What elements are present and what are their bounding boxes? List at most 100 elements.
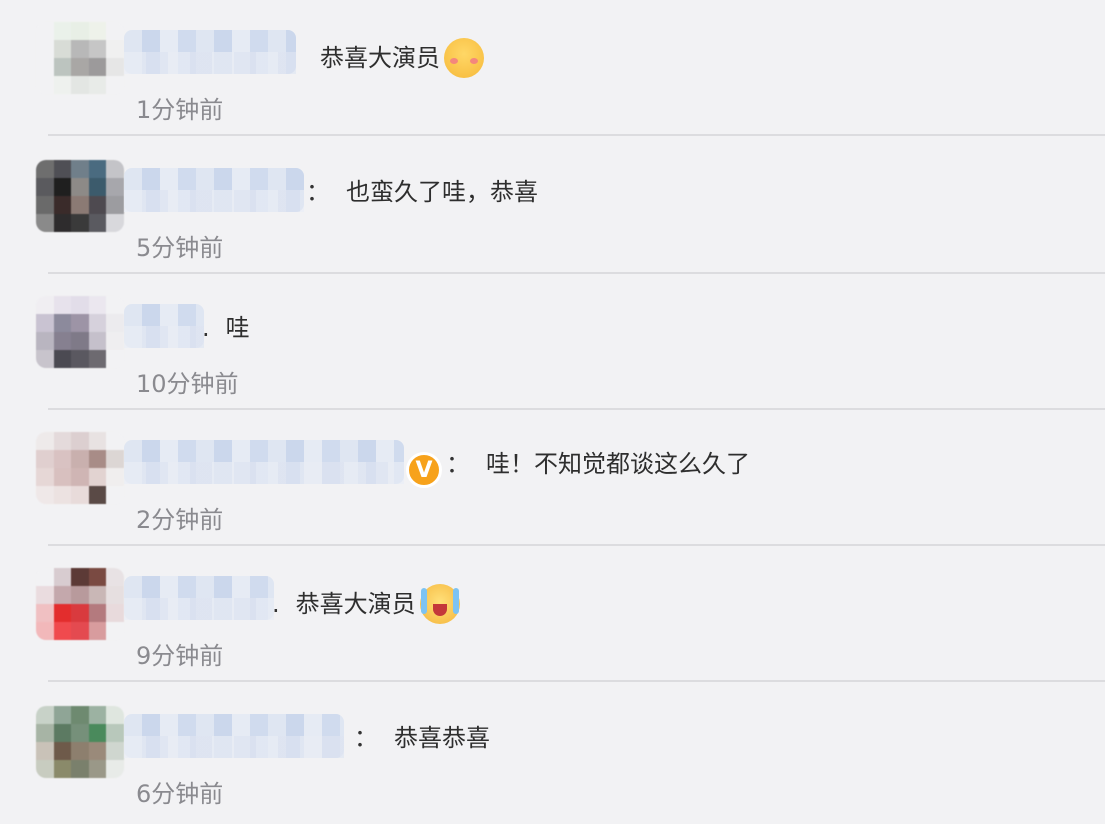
avatar-pixel bbox=[106, 450, 124, 468]
username-blurred[interactable] bbox=[124, 714, 344, 758]
avatar-pixel bbox=[88, 350, 107, 368]
avatar-pixel bbox=[71, 724, 89, 742]
username-blurred[interactable] bbox=[124, 168, 304, 212]
avatar-pixel bbox=[53, 760, 72, 778]
comment-item: ： 恭喜恭喜 6分钟前 bbox=[0, 684, 1105, 820]
avatar-pixel bbox=[106, 40, 124, 58]
avatar-pixel bbox=[36, 622, 54, 640]
avatar-pixel bbox=[88, 486, 107, 504]
avatar-pixel bbox=[71, 214, 89, 232]
avatar-pixel bbox=[71, 706, 89, 724]
avatar-pixel bbox=[53, 58, 72, 76]
comment-item: ： 哇！不知觉都谈这么久了 2分钟前 bbox=[0, 410, 1105, 546]
comment-text-row: ： 也蛮久了哇，恭喜 bbox=[306, 176, 538, 208]
avatar-pixel bbox=[88, 450, 107, 468]
avatar-pixel bbox=[71, 178, 89, 196]
avatar-pixel bbox=[71, 332, 89, 350]
avatar-pixel bbox=[36, 742, 54, 760]
avatar-pixel bbox=[106, 742, 124, 760]
avatar-pixel bbox=[88, 314, 107, 332]
crying-laughing-emoji-icon bbox=[419, 584, 460, 624]
comment-item: . 哇 10分钟前 bbox=[0, 274, 1105, 410]
avatar-pixel bbox=[53, 178, 72, 196]
avatar-pixel bbox=[88, 40, 107, 58]
avatar[interactable] bbox=[36, 432, 124, 504]
comment-text: 恭喜大演员 bbox=[295, 590, 416, 618]
avatar-pixel bbox=[36, 178, 54, 196]
avatar-pixel bbox=[53, 468, 72, 486]
avatar-pixel bbox=[36, 160, 54, 178]
avatar-pixel bbox=[53, 214, 72, 232]
avatar-pixel bbox=[71, 622, 89, 640]
avatar-pixel bbox=[53, 314, 72, 332]
avatar-pixel bbox=[36, 214, 54, 232]
avatar-pixel bbox=[88, 604, 107, 622]
avatar-pixel bbox=[53, 450, 72, 468]
avatar-pixel bbox=[36, 296, 54, 314]
avatar-pixel bbox=[71, 486, 89, 504]
avatar-pixel bbox=[106, 486, 124, 504]
avatar-pixel bbox=[36, 450, 54, 468]
avatar-pixel bbox=[88, 58, 107, 76]
avatar-pixel bbox=[106, 296, 124, 314]
separator: ： bbox=[446, 450, 470, 478]
avatar-pixel bbox=[53, 486, 72, 504]
avatar-pixel bbox=[88, 724, 107, 742]
separator: ： bbox=[354, 724, 378, 752]
avatar-pixel bbox=[53, 196, 72, 214]
avatar-pixel bbox=[36, 76, 54, 94]
avatar[interactable] bbox=[36, 706, 124, 778]
avatar-pixel bbox=[106, 58, 124, 76]
avatar-pixel bbox=[53, 22, 72, 40]
avatar-pixel bbox=[88, 432, 107, 450]
avatar-pixel bbox=[88, 196, 107, 214]
avatar-pixel bbox=[36, 196, 54, 214]
avatar-pixel bbox=[71, 350, 89, 368]
username-blurred[interactable] bbox=[124, 30, 296, 74]
comment-text-row: . 恭喜大演员 bbox=[272, 584, 460, 624]
comment-time: 9分钟前 bbox=[136, 642, 224, 670]
avatar-pixel bbox=[71, 22, 89, 40]
avatar-pixel bbox=[106, 432, 124, 450]
avatar-pixel bbox=[36, 568, 54, 586]
avatar-pixel bbox=[53, 706, 72, 724]
avatar-pixel bbox=[71, 314, 89, 332]
avatar-pixel bbox=[53, 622, 72, 640]
username-blurred[interactable] bbox=[124, 576, 274, 620]
avatar-pixel bbox=[36, 22, 54, 40]
avatar-pixel bbox=[106, 76, 124, 94]
comment-item: ： 也蛮久了哇，恭喜 5分钟前 bbox=[0, 138, 1105, 274]
avatar-pixel bbox=[36, 706, 54, 724]
avatar-pixel bbox=[88, 22, 107, 40]
avatar-pixel bbox=[71, 742, 89, 760]
avatar-pixel bbox=[106, 468, 124, 486]
avatar-pixel bbox=[36, 486, 54, 504]
avatar-pixel bbox=[36, 332, 54, 350]
avatar-pixel bbox=[88, 568, 107, 586]
comment-time: 10分钟前 bbox=[136, 370, 239, 398]
avatar[interactable] bbox=[36, 160, 124, 232]
avatar-pixel bbox=[53, 296, 72, 314]
comment-text: 恭喜大演员 bbox=[320, 44, 440, 72]
avatar-pixel bbox=[71, 76, 89, 94]
avatar[interactable] bbox=[36, 296, 124, 368]
comment-text-row: . 哇 bbox=[202, 312, 250, 344]
avatar-pixel bbox=[106, 604, 124, 622]
avatar-pixel bbox=[106, 760, 124, 778]
username-blurred[interactable] bbox=[124, 440, 404, 484]
avatar-pixel bbox=[88, 586, 107, 604]
avatar-pixel bbox=[106, 332, 124, 350]
avatar-pixel bbox=[36, 468, 54, 486]
username-blurred[interactable] bbox=[124, 304, 204, 348]
avatar-pixel bbox=[71, 58, 89, 76]
comment-item: 恭喜大演员 1分钟前 bbox=[0, 0, 1105, 136]
divider bbox=[48, 134, 1105, 136]
avatar[interactable] bbox=[36, 22, 124, 94]
avatar-pixel bbox=[106, 706, 124, 724]
comment-text: 哇！不知觉都谈这么久了 bbox=[486, 450, 750, 478]
avatar-pixel bbox=[53, 160, 72, 178]
comment-text-row: ： 哇！不知觉都谈这么久了 bbox=[446, 448, 750, 480]
avatar[interactable] bbox=[36, 568, 124, 640]
avatar-pixel bbox=[36, 724, 54, 742]
comment-time: 2分钟前 bbox=[136, 506, 224, 534]
